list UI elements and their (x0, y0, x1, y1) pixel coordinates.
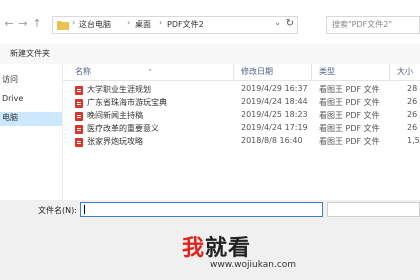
pdf-file-icon (75, 112, 83, 121)
chevron-down-icon[interactable]: ⌄ (274, 18, 281, 27)
address-bar[interactable]: › 这台电脑 › 桌面 › PDF文件2 ⌄ ↻ (52, 16, 298, 34)
pdf-file-icon (75, 99, 83, 108)
up-icon[interactable]: ↑ (32, 18, 42, 30)
folder-icon (57, 21, 69, 30)
column-size[interactable]: 大小 (397, 66, 413, 77)
file-name: 广东省珠海市游玩宝典 (87, 98, 167, 107)
file-name: 张家界炮玩攻略 (87, 137, 143, 146)
column-divider[interactable] (311, 64, 312, 80)
file-name: 晚间新闻主持稿 (87, 111, 143, 120)
file-size: 26 (407, 123, 418, 132)
nav-item-onedrive[interactable]: Drive (0, 94, 23, 108)
breadcrumb-separator-icon: › (159, 18, 163, 27)
navigation-bar: ← → ↑ › 这台电脑 › 桌面 › PDF文件2 ⌄ ↻ 搜索"PDF文件2… (0, 0, 420, 44)
column-divider[interactable] (233, 64, 234, 80)
file-type: 看图王 PDF 文件 (319, 124, 380, 133)
column-header: 名称 ⌃ 修改日期 类型 大小 (63, 64, 420, 81)
column-modified[interactable]: 修改日期 (241, 66, 273, 77)
nav-item-this-pc[interactable]: 电脑 (0, 112, 64, 126)
breadcrumb-separator-icon: › (72, 18, 76, 27)
filename-label: 文件名(N): (38, 206, 77, 215)
file-modified: 2019/4/29 16:37 (241, 84, 308, 93)
watermark: 我就看 www.wojiukan.com (182, 224, 420, 280)
sort-arrow-icon: ⌃ (147, 68, 153, 76)
file-row[interactable]: 广东省珠海市游玩宝典 2019/4/24 18:44 看图王 PDF 文件 26 (63, 97, 420, 109)
file-modified: 2019/4/24 17:19 (241, 123, 308, 132)
file-modified: 2019/4/24 18:44 (241, 97, 308, 106)
file-size: 26 (407, 97, 418, 106)
file-type-select[interactable] (327, 202, 420, 217)
file-list: 名称 ⌃ 修改日期 类型 大小 大学职业生涯规划 2019/4/29 16:37… (62, 64, 420, 200)
file-type: 看图王 PDF 文件 (319, 137, 380, 146)
search-input[interactable]: 搜索"PDF文件2" (326, 16, 420, 34)
file-modified: 2018/8/8 16:40 (241, 136, 303, 145)
file-row[interactable]: 医疗改革的重要意义 2019/4/24 17:19 看图王 PDF 文件 26 (63, 123, 420, 135)
toolbar: 新建文件夹 (0, 44, 420, 64)
file-name: 大学职业生涯规划 (87, 85, 151, 94)
breadcrumb-pdf-folder[interactable]: PDF文件2 (167, 19, 204, 30)
file-size: 1,51 (407, 136, 420, 145)
navigation-pane: 访问 Drive 电脑 (0, 64, 64, 200)
pdf-file-icon (75, 125, 83, 134)
file-name: 医疗改革的重要意义 (87, 124, 159, 133)
file-type: 看图王 PDF 文件 (319, 85, 380, 94)
file-row[interactable]: 大学职业生涯规划 2019/4/29 16:37 看图王 PDF 文件 28 (63, 84, 420, 96)
text-caret (84, 205, 85, 214)
filename-input[interactable] (80, 202, 323, 217)
file-size: 28 (407, 84, 418, 93)
pdf-file-icon (75, 86, 83, 95)
file-size: 26 (407, 110, 418, 119)
file-type: 看图王 PDF 文件 (319, 111, 380, 120)
watermark-url: www.wojiukan.com (210, 260, 297, 270)
breadcrumb-separator-icon: › (127, 18, 131, 27)
new-folder-button[interactable]: 新建文件夹 (10, 48, 50, 59)
column-divider[interactable] (389, 64, 390, 80)
file-row[interactable]: 晚间新闻主持稿 2019/4/25 18:23 看图王 PDF 文件 26 (63, 110, 420, 122)
column-type[interactable]: 类型 (319, 66, 335, 77)
file-modified: 2019/4/25 18:23 (241, 110, 308, 119)
file-row[interactable]: 张家界炮玩攻略 2018/8/8 16:40 看图王 PDF 文件 1,51 (63, 136, 420, 148)
breadcrumb-this-pc[interactable]: 这台电脑 (79, 19, 111, 30)
refresh-icon[interactable]: ↻ (286, 18, 294, 29)
back-icon[interactable]: ← (4, 18, 14, 30)
pdf-file-icon (75, 138, 83, 147)
nav-item-quick-access[interactable]: 访问 (0, 74, 18, 88)
forward-icon[interactable]: → (18, 18, 28, 30)
file-type: 看图王 PDF 文件 (319, 98, 380, 107)
column-name[interactable]: 名称 (75, 66, 91, 77)
search-placeholder: 搜索"PDF文件2" (332, 20, 393, 29)
watermark-logo-text: 我就看 (182, 236, 252, 261)
breadcrumb-desktop[interactable]: 桌面 (135, 19, 151, 30)
